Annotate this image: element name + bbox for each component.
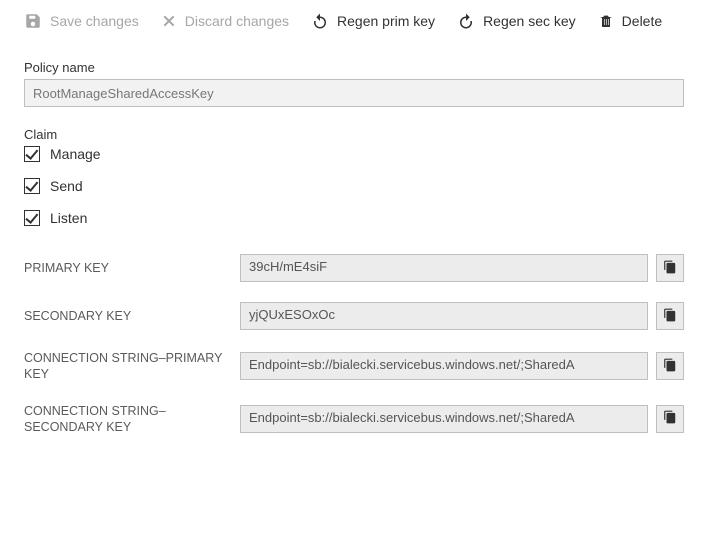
- copy-secondary-key-button[interactable]: [656, 302, 684, 330]
- secondary-key-value[interactable]: yjQUxESOxOc: [240, 302, 648, 330]
- claim-manage-checkbox[interactable]: [24, 146, 40, 162]
- discard-button[interactable]: Discard changes: [161, 11, 289, 31]
- claim-manage-label: Manage: [50, 146, 101, 162]
- claim-row-manage: Manage: [24, 146, 684, 162]
- claims-label: Claim: [24, 127, 684, 142]
- secondary-key-label: SECONDARY KEY: [24, 308, 230, 324]
- policy-name-input[interactable]: [24, 79, 684, 107]
- discard-label: Discard changes: [185, 13, 289, 29]
- conn-secondary-label: CONNECTION STRING–SECONDARY KEY: [24, 403, 230, 436]
- regen-sec-button[interactable]: Regen sec key: [457, 10, 576, 32]
- primary-key-label: PRIMARY KEY: [24, 260, 230, 276]
- copy-conn-primary-button[interactable]: [656, 352, 684, 380]
- save-button[interactable]: Save changes: [24, 10, 139, 32]
- conn-secondary-value[interactable]: Endpoint=sb://bialecki.servicebus.window…: [240, 405, 648, 433]
- conn-secondary-row: CONNECTION STRING–SECONDARY KEY Endpoint…: [24, 403, 684, 436]
- primary-key-row: PRIMARY KEY 39cH/mE4siF: [24, 254, 684, 282]
- claim-send-label: Send: [50, 178, 83, 194]
- regen-sec-label: Regen sec key: [483, 13, 576, 29]
- copy-conn-secondary-button[interactable]: [656, 405, 684, 433]
- claim-row-send: Send: [24, 178, 684, 194]
- save-icon: [24, 12, 42, 30]
- claims-section: Claim Manage Send Listen: [24, 127, 684, 226]
- regen-prim-button[interactable]: Regen prim key: [311, 10, 435, 32]
- delete-label: Delete: [622, 13, 662, 29]
- refresh-ccw-icon: [311, 12, 329, 30]
- claim-row-listen: Listen: [24, 210, 684, 226]
- conn-primary-label: CONNECTION STRING–PRIMARY KEY: [24, 350, 230, 383]
- claim-listen-checkbox[interactable]: [24, 210, 40, 226]
- copy-primary-key-button[interactable]: [656, 254, 684, 282]
- copy-icon: [663, 260, 677, 277]
- conn-primary-value[interactable]: Endpoint=sb://bialecki.servicebus.window…: [240, 352, 648, 380]
- policy-name-label: Policy name: [24, 60, 684, 75]
- trash-icon: [598, 12, 614, 30]
- policy-name-section: Policy name: [24, 60, 684, 107]
- copy-icon: [663, 410, 677, 427]
- conn-primary-row: CONNECTION STRING–PRIMARY KEY Endpoint=s…: [24, 350, 684, 383]
- copy-icon: [663, 358, 677, 375]
- claim-send-checkbox[interactable]: [24, 178, 40, 194]
- delete-button[interactable]: Delete: [598, 10, 662, 32]
- close-icon: [161, 13, 177, 29]
- save-label: Save changes: [50, 13, 139, 29]
- copy-icon: [663, 308, 677, 325]
- claim-listen-label: Listen: [50, 210, 87, 226]
- regen-prim-label: Regen prim key: [337, 13, 435, 29]
- secondary-key-row: SECONDARY KEY yjQUxESOxOc: [24, 302, 684, 330]
- toolbar: Save changes Discard changes Regen prim …: [24, 10, 684, 42]
- refresh-cw-icon: [457, 12, 475, 30]
- primary-key-value[interactable]: 39cH/mE4siF: [240, 254, 648, 282]
